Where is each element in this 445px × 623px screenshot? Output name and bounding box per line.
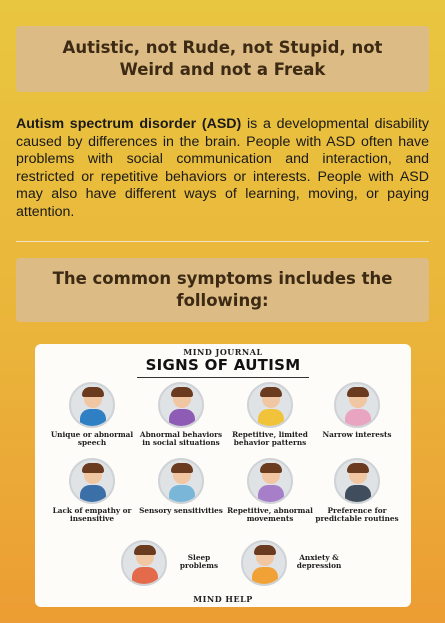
sleep-problem-icon xyxy=(121,540,167,586)
divider xyxy=(16,241,429,242)
lack-of-empathy-icon xyxy=(69,458,115,504)
sign-item: Repetitive, limited behavior patterns xyxy=(227,382,313,448)
narrow-interests-icon xyxy=(334,382,380,428)
repetitive-behavior-icon xyxy=(247,382,293,428)
sign-item: Preference for predictable routines xyxy=(314,458,400,524)
sign-label: Repetitive, abnormal movements xyxy=(227,506,313,524)
title-banner: Autistic, not Rude, not Stupid, not Weir… xyxy=(16,26,429,92)
brand-logo-bottom: MIND HELP xyxy=(193,594,253,604)
section-title: The common symptoms includes the followi… xyxy=(52,269,393,310)
sign-item: Unique or abnormal speech xyxy=(49,382,135,448)
speaking-child-icon xyxy=(69,382,115,428)
sign-item: Sensory sensitivities xyxy=(138,458,224,515)
sign-item: Abnormal behaviors in social situations xyxy=(138,382,224,448)
sign-item: Anxiety & depression xyxy=(241,540,341,586)
sign-label: Sleep problems xyxy=(179,553,219,571)
page-title: Autistic, not Rude, not Stupid, not Weir… xyxy=(62,38,383,79)
sign-label: Anxiety & depression xyxy=(296,553,342,571)
sign-label: Narrow interests xyxy=(322,430,392,439)
title-underline xyxy=(137,377,309,378)
sign-item: Sleep problems xyxy=(121,540,218,586)
sign-label: Preference for predictable routines xyxy=(315,506,399,524)
sign-item: Repetitive, abnormal movements xyxy=(227,458,313,524)
sign-label: Repetitive, limited behavior patterns xyxy=(232,430,308,448)
intro-lead: Autism spectrum disorder (ASD) xyxy=(16,116,242,132)
infographic-title: SIGNS OF AUTISM xyxy=(145,356,301,374)
anxiety-icon xyxy=(241,540,287,586)
section-banner: The common symptoms includes the followi… xyxy=(16,258,429,322)
predictable-routine-icon xyxy=(334,458,380,504)
sign-label: Abnormal behaviors in social situations xyxy=(139,430,223,448)
repetitive-movement-icon xyxy=(247,458,293,504)
sign-item: Lack of empathy or insensitive xyxy=(49,458,135,524)
intro-paragraph: Autism spectrum disorder (ASD) is a deve… xyxy=(16,116,429,222)
signs-of-autism-infographic: MIND JOURNAL SIGNS OF AUTISM Unique or a… xyxy=(35,344,411,607)
social-situation-icon xyxy=(158,382,204,428)
sign-label: Lack of empathy or insensitive xyxy=(52,506,132,524)
sensory-sensitivity-icon xyxy=(158,458,204,504)
sign-label: Sensory sensitivities xyxy=(139,506,223,515)
sign-item: Narrow interests xyxy=(314,382,400,439)
sign-label: Unique or abnormal speech xyxy=(50,430,134,448)
